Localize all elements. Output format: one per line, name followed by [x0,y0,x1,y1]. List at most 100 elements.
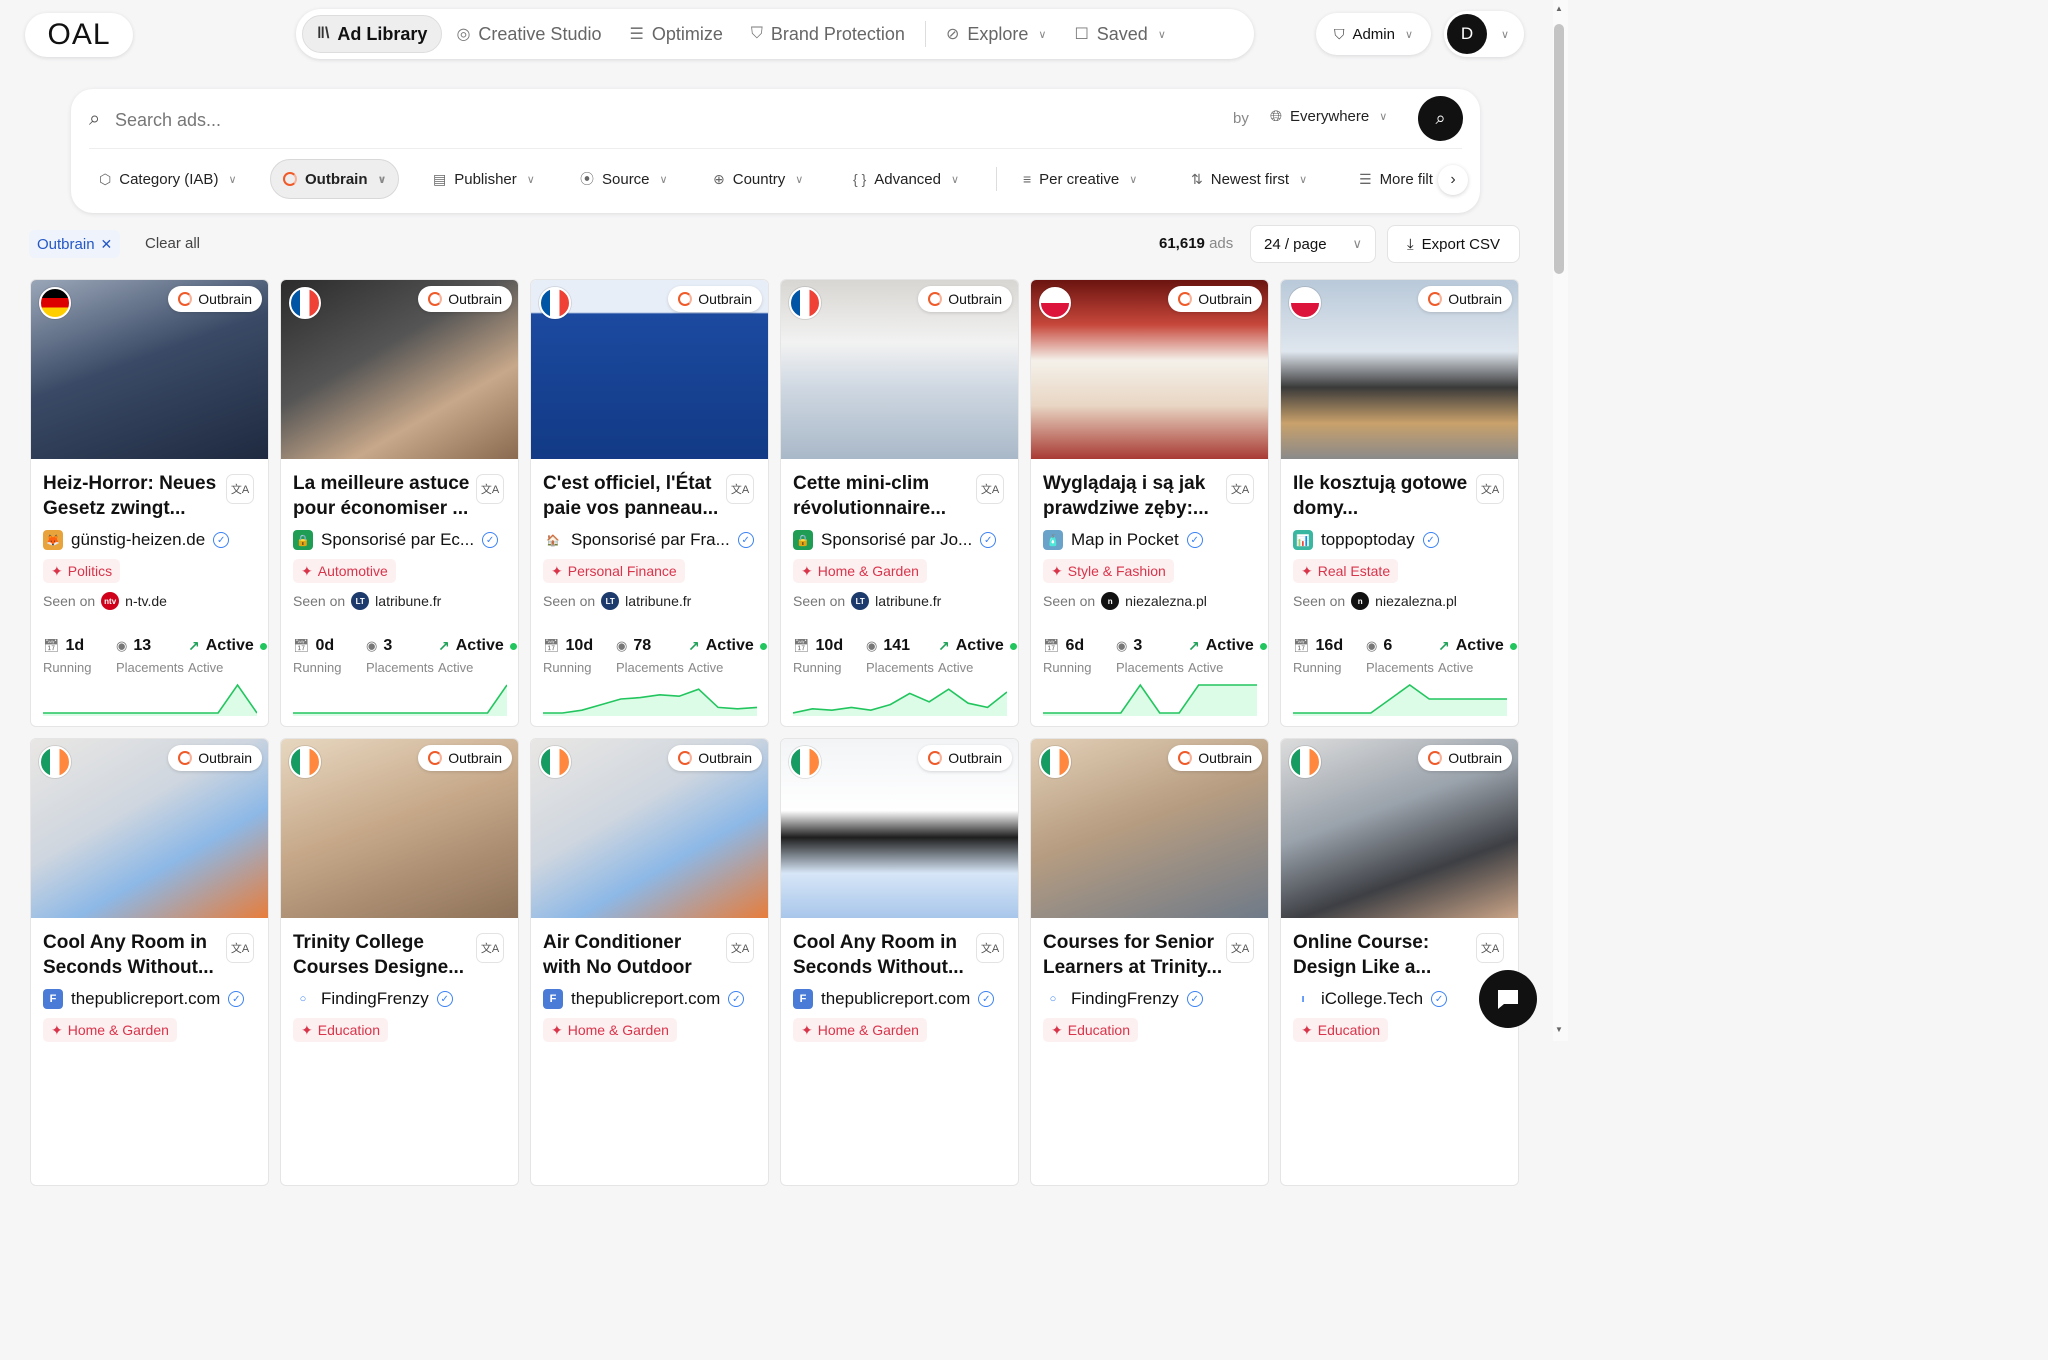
category-badge[interactable]: ✦ Education [1043,1018,1139,1042]
category-badge[interactable]: ✦ Home & Garden [43,1018,177,1042]
ad-title[interactable]: Courses for Senior Learners at Trinity..… [1043,930,1223,980]
clear-all-button[interactable]: Clear all [145,235,200,252]
advertiser[interactable]: Fthepublicreport.com ✓ [543,988,758,1010]
filter-category[interactable]: ⬡ Category (IAB) ∨ [87,159,249,199]
filter-country[interactable]: ⊕ Country ∨ [701,159,815,199]
ad-card[interactable]: Outbrain Cette mini-clim révolutionnaire.… [780,279,1019,727]
advertiser[interactable]: 🏠 Sponsorisé par Fra... ✓ [543,529,758,551]
ad-card[interactable]: Outbrain Cool Any Room in Seconds Without… [780,738,1019,1186]
publisher-name[interactable]: niezalezna.pl [1375,593,1457,609]
advertiser[interactable]: ○ FindingFrenzy ✓ [293,988,508,1010]
ad-title[interactable]: Trinity College Courses Designe... [293,930,473,980]
user-menu[interactable]: D ∨ [1444,11,1524,57]
filter-publisher[interactable]: ▤ Publisher ∨ [421,159,547,199]
scroll-down-icon[interactable]: ▼ [1555,1025,1563,1034]
ad-title[interactable]: Heiz-Horror: Neues Gesetz zwingt... [43,471,223,521]
nav-creative-studio[interactable]: ◎ Creative Studio [442,15,615,53]
advertiser[interactable]: ı iCollege.Tech ✓ [1293,988,1508,1010]
ad-title[interactable]: Ile kosztują gotowe domy... [1293,471,1473,521]
sort-select[interactable]: ⇅ Newest first ∨ [1179,159,1319,199]
translate-button[interactable]: 文A [476,474,504,504]
advertiser[interactable]: 🧴 Map in Pocket ✓ [1043,529,1258,551]
filter-grouping[interactable]: ≡ Per creative ∨ [1011,159,1149,199]
active-filter-chip[interactable]: Outbrain ✕ [29,230,121,258]
advertiser[interactable]: 🔒 Sponsorisé par Ec... ✓ [293,529,508,551]
translate-button[interactable]: 文A [976,933,1004,963]
publisher-name[interactable]: latribune.fr [625,593,691,609]
ad-card[interactable]: Outbrain Courses for Senior Learners at T… [1030,738,1269,1186]
nav-ad-library[interactable]: ‖\ Ad Library [302,15,443,53]
chat-button[interactable] [1479,970,1537,1028]
category-badge[interactable]: ✦ Home & Garden [543,1018,677,1042]
advertiser[interactable]: ○ FindingFrenzy ✓ [1043,988,1258,1010]
admin-menu[interactable]: ⛉ Admin ∨ [1316,13,1431,55]
ad-title[interactable]: Cool Any Room in Seconds Without... [43,930,223,980]
ad-title[interactable]: La meilleure astuce pour économiser ... [293,471,473,521]
advertiser[interactable]: 🔒 Sponsorisé par Jo... ✓ [793,529,1008,551]
ad-card[interactable]: Outbrain Heiz-Horror: Neues Gesetz zwingt… [30,279,269,727]
search-button[interactable]: ⌕ [1418,96,1463,141]
category-badge[interactable]: ✦ Politics [43,559,121,583]
export-csv-button[interactable]: ⤓ Export CSV [1387,225,1520,263]
translate-button[interactable]: 文A [226,933,254,963]
translate-button[interactable]: 文A [1226,933,1254,963]
translate-button[interactable]: 文A [726,474,754,504]
stat-running-value: 📅︎ 16d [1293,637,1343,655]
ad-title[interactable]: C'est officiel, l'État paie vos panneau.… [543,471,723,521]
ad-card[interactable]: Outbrain Wyglądają i są jak prawdziwe zęb… [1030,279,1269,727]
ad-card[interactable]: Outbrain Online Course: Design Like a... 文… [1280,738,1519,1186]
filter-scroll-right-button[interactable]: › [1438,165,1468,195]
publisher-name[interactable]: n-tv.de [125,593,167,609]
category-badge[interactable]: ✦ Style & Fashion [1043,559,1174,583]
category-badge[interactable]: ✦ Education [293,1018,389,1042]
advertiser[interactable]: 🦊 günstig-heizen.de ✓ [43,529,258,551]
translate-button[interactable]: 文A [1476,933,1504,963]
ad-title[interactable]: Air Conditioner with No Outdoor Unit for… [543,930,723,980]
ad-card[interactable]: Outbrain Air Conditioner with No Outdoor … [530,738,769,1186]
search-input[interactable] [115,105,1015,135]
translate-button[interactable]: 文A [226,474,254,504]
publisher-name[interactable]: niezalezna.pl [1125,593,1207,609]
translate-button[interactable]: 文A [476,933,504,963]
nav-explore[interactable]: ⊘ Explore ∨ [932,15,1061,53]
translate-button[interactable]: 文A [1476,474,1504,504]
nav-brand-protection[interactable]: ⛉ Brand Protection [737,15,919,53]
category-badge[interactable]: ✦ Home & Garden [793,559,927,583]
ad-card[interactable]: Outbrain C'est officiel, l'État paie vos … [530,279,769,727]
ad-card[interactable]: Outbrain Ile kosztują gotowe domy... 文A 📊 to… [1280,279,1519,727]
filter-advanced[interactable]: { } Advanced ∨ [841,159,971,199]
translate-button[interactable]: 文A [1226,474,1254,504]
search-scope-select[interactable]: 🌐︎ Everywhere ∨ [1270,108,1387,125]
logo[interactable]: OAL [25,13,133,57]
publisher-name[interactable]: latribune.fr [875,593,941,609]
filter-source[interactable]: ⦿ Source ∨ [568,159,680,199]
advertiser[interactable]: 📊 toppoptoday ✓ [1293,529,1508,551]
ad-title[interactable]: Cool Any Room in Seconds Without... [793,930,973,980]
close-icon[interactable]: ✕ [101,236,113,253]
category-badge[interactable]: ✦ Automotive [293,559,396,583]
translate-button[interactable]: 文A [726,933,754,963]
ad-title[interactable]: Online Course: Design Like a... [1293,930,1473,980]
category-badge[interactable]: ✦ Home & Garden [793,1018,927,1042]
advertiser[interactable]: Fthepublicreport.com ✓ [43,988,258,1010]
publisher-name[interactable]: latribune.fr [375,593,441,609]
filter-more[interactable]: ☰ More filt [1347,159,1445,199]
scrollbar-thumb[interactable] [1554,24,1564,274]
category-badge[interactable]: ✦ Education [1293,1018,1389,1042]
calendar-icon: 📅︎ [1043,638,1060,653]
nav-saved[interactable]: ☐ Saved ∨ [1060,15,1179,53]
per-page-select[interactable]: 24 / page ∨ [1250,225,1376,263]
filter-network[interactable]: Outbrain ∨ [270,159,400,199]
category-badge[interactable]: ✦ Real Estate [1293,559,1399,583]
nav-optimize[interactable]: ☰ Optimize [615,15,736,53]
ad-title[interactable]: Cette mini-clim révolutionnaire... [793,471,973,521]
scroll-up-icon[interactable]: ▲ [1555,4,1563,13]
ad-card[interactable]: Outbrain La meilleure astuce pour économi… [280,279,519,727]
ad-card[interactable]: Outbrain Cool Any Room in Seconds Without… [30,738,269,1186]
category-badge[interactable]: ✦ Personal Finance [543,559,685,583]
ad-card[interactable]: Outbrain Trinity College Courses Designe.… [280,738,519,1186]
advertiser[interactable]: Fthepublicreport.com ✓ [793,988,1008,1010]
ad-title[interactable]: Wyglądają i są jak prawdziwe zęby:... [1043,471,1223,521]
translate-button[interactable]: 文A [976,474,1004,504]
avatar[interactable]: D [1447,14,1487,54]
